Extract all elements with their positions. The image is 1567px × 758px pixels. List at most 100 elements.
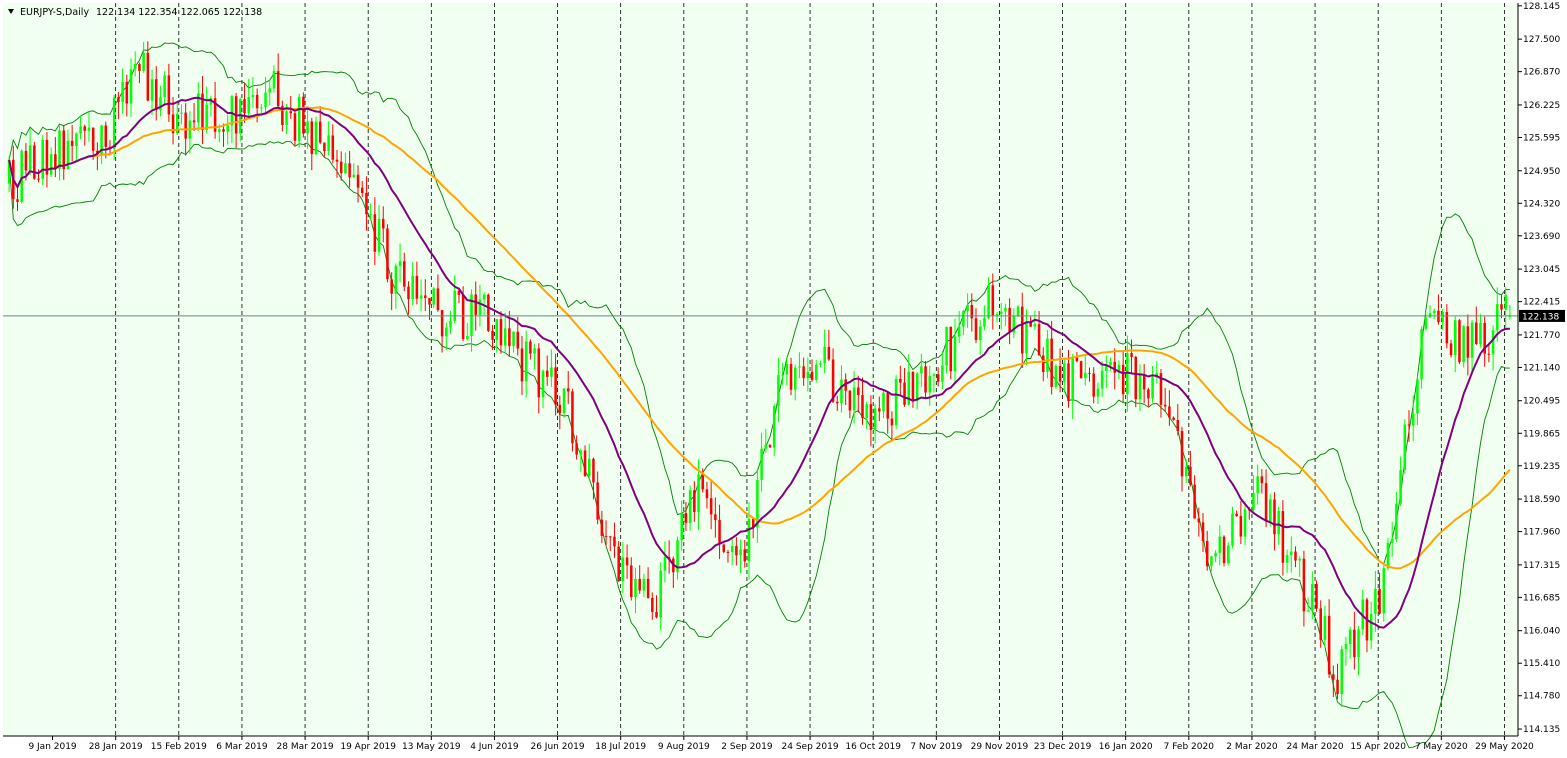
price-tick-label: 126.225 — [1523, 101, 1560, 111]
candle-body — [1231, 513, 1234, 546]
candle-body — [1063, 363, 1066, 382]
candle-body — [1176, 419, 1180, 432]
candle-body — [630, 565, 633, 597]
candle-body — [865, 404, 868, 419]
candle-body — [16, 199, 19, 202]
time-tick-label: 29 May 2020 — [1475, 742, 1534, 752]
candle-body — [545, 370, 549, 377]
time-tick-label: 9 Jan 2019 — [28, 742, 76, 752]
candle-body — [1243, 509, 1247, 537]
candle-body — [634, 578, 637, 597]
candle-body — [802, 366, 805, 379]
price-tick-label: 118.590 — [1523, 495, 1560, 505]
candle-body — [600, 519, 604, 536]
candle-body — [1294, 551, 1297, 561]
candle-body — [814, 364, 818, 380]
time-axis[interactable]: 9 Jan 2019 28 Jan 2019 15 Feb 2019 6 Mar 20… — [3, 735, 1534, 752]
candle-body — [1222, 536, 1226, 564]
chart-window[interactable]: 122.138 128.145 127.500 126.870 126.225 125.… — [0, 0, 1567, 758]
candle-body — [276, 71, 280, 107]
candle-body — [1382, 568, 1386, 614]
time-tick-label: 29 Nov 2019 — [971, 742, 1029, 752]
candle-body — [1172, 417, 1175, 420]
candle-body — [533, 348, 536, 354]
time-tick-label: 28 Mar 2019 — [277, 742, 334, 752]
candle — [768, 444, 772, 448]
candle — [1054, 363, 1058, 389]
candle-body — [121, 81, 124, 103]
price-tick-label: 114.780 — [1523, 692, 1560, 702]
candle-body — [592, 458, 595, 483]
candle-body — [192, 120, 196, 123]
candle-body — [1323, 615, 1327, 640]
candle-body — [638, 578, 641, 591]
candle-body — [1020, 306, 1024, 354]
candle-body — [1008, 307, 1011, 333]
candle-body — [1071, 357, 1074, 402]
candle-body — [348, 163, 351, 178]
candle-body — [386, 228, 389, 280]
price-tick-label: 122.415 — [1523, 298, 1560, 308]
candle — [33, 141, 36, 180]
candle-body — [403, 261, 406, 287]
candle-body — [1504, 295, 1507, 310]
candle-body — [24, 150, 28, 171]
price-chart[interactable]: 122.138 128.145 127.500 126.870 126.225 125.… — [0, 0, 1567, 758]
candle-body — [529, 341, 532, 354]
candle — [1382, 565, 1386, 622]
candle-body — [1130, 353, 1133, 357]
candle-body — [1151, 377, 1154, 399]
candle-body — [781, 374, 784, 376]
candle-body — [1138, 374, 1142, 400]
candle-body — [688, 490, 692, 523]
candle-body — [932, 374, 936, 376]
candle-body — [28, 145, 32, 171]
candle-body — [562, 388, 566, 414]
candle-body — [890, 418, 894, 426]
candle-body — [398, 261, 402, 266]
candle-body — [941, 365, 944, 382]
candle-body — [142, 52, 145, 71]
candle-body — [75, 133, 78, 147]
candle — [722, 543, 726, 554]
candle-body — [1050, 338, 1053, 387]
candle-body — [1201, 522, 1205, 542]
candle-body — [1042, 355, 1045, 372]
candle-body — [1218, 536, 1222, 553]
candle-body — [327, 135, 330, 152]
candle-body — [1311, 583, 1314, 611]
candle-body — [882, 392, 885, 412]
candle-body — [218, 129, 221, 132]
candle-body — [112, 97, 116, 149]
candle-body — [411, 275, 414, 300]
candle — [1462, 325, 1465, 368]
candle-body — [760, 448, 763, 480]
candle-body — [508, 328, 511, 347]
candle-body — [154, 79, 158, 110]
candle-body — [1260, 476, 1264, 484]
candle-body — [726, 551, 730, 553]
time-tick-label: 6 Mar 2019 — [216, 742, 268, 752]
price-tick-label: 120.495 — [1523, 397, 1560, 407]
candle-body — [1092, 373, 1095, 397]
candle-body — [1016, 306, 1020, 316]
candle-body — [903, 382, 906, 405]
price-axis[interactable]: 128.145 127.500 126.870 126.225 125.595 124.9… — [1517, 2, 1560, 736]
candle-body — [230, 96, 234, 126]
candle-body — [1046, 338, 1049, 372]
candle-body — [54, 154, 57, 169]
candle-body — [323, 142, 326, 152]
candle-body — [289, 111, 293, 114]
candle-body — [1075, 357, 1079, 362]
candle-body — [861, 395, 864, 419]
candle-body — [1445, 312, 1449, 344]
candle-body — [1491, 330, 1495, 355]
candle-body — [1277, 511, 1280, 535]
chart-header: EURJPY-S,Daily 122.134 122.354 122.065 1… — [8, 7, 262, 18]
candle-body — [583, 450, 587, 477]
candle-body — [1340, 649, 1344, 695]
candle-body — [1348, 629, 1352, 645]
candle — [20, 149, 23, 204]
candle — [1079, 360, 1083, 379]
candle-body — [20, 150, 23, 202]
